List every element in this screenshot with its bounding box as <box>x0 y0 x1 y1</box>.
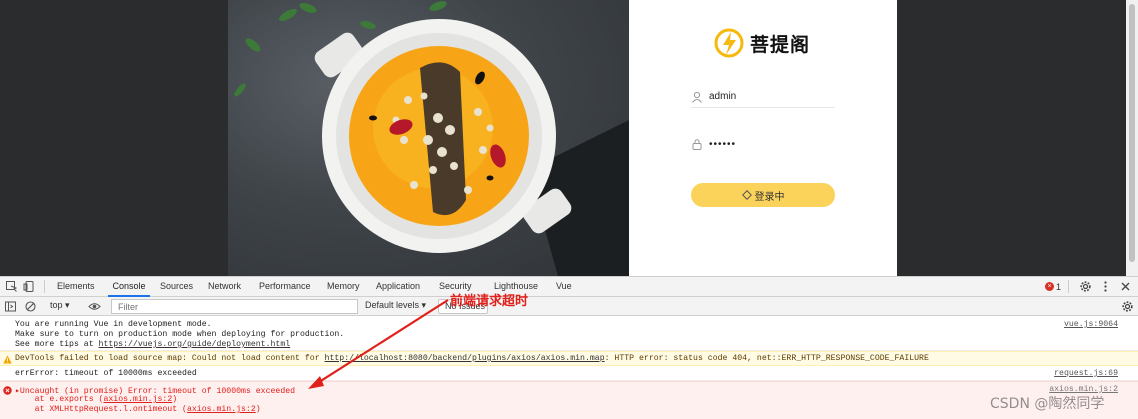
stack-frame-close: ) <box>172 395 178 404</box>
brand-logo: 菩提阁 <box>714 27 810 59</box>
tab-elements[interactable]: Elements <box>57 277 95 297</box>
username-field[interactable]: admin <box>691 86 835 108</box>
console-text: You are running Vue in development mode. <box>15 320 212 329</box>
tab-sources[interactable]: Sources <box>160 277 193 297</box>
console-link[interactable]: http://localhost:8080/backend/plugins/ax… <box>325 354 605 363</box>
console-settings-gear-icon[interactable] <box>1121 300 1134 313</box>
console-text-prefix: See more tips at <box>15 340 99 349</box>
stack-frame-link[interactable]: axios.min.js:2 <box>103 395 172 404</box>
source-location-link[interactable]: request.js:69 <box>1054 369 1118 378</box>
console-output: You are running Vue in development mode.… <box>0 317 1138 419</box>
food-hero-image <box>228 0 629 276</box>
toolbar-divider <box>1068 280 1069 293</box>
csdn-watermark: CSDN @陶然同学 <box>990 396 1105 412</box>
stack-frame: at XMLHttpRequest.l.ontimeout (axios.min… <box>15 405 261 414</box>
log-levels-dropdown[interactable]: Default levels ▾ <box>365 300 426 311</box>
live-expression-eye-icon[interactable] <box>88 300 101 313</box>
tab-memory[interactable]: Memory <box>327 277 360 297</box>
console-message-warning: DevTools failed to load source map: Coul… <box>0 351 1138 366</box>
error-icon: × <box>1045 282 1054 291</box>
sidebar-toggle-icon[interactable] <box>4 300 17 313</box>
warning-icon <box>3 355 12 364</box>
console-text: Make sure to turn on production mode whe… <box>15 330 345 339</box>
tab-vue[interactable]: Vue <box>556 277 572 297</box>
stack-frame-text: at e.exports ( <box>15 395 104 404</box>
console-text: errError: timeout of 10000ms exceeded <box>15 369 197 378</box>
settings-gear-icon[interactable] <box>1079 280 1092 293</box>
login-button[interactable]: 登录中 <box>691 183 835 207</box>
console-message-info: You are running Vue in development mode.… <box>0 317 1138 351</box>
stack-frame-close: ) <box>255 405 261 414</box>
login-panel: 菩提阁 admin •••••• 登录中 <box>629 0 897 276</box>
toolbar-divider <box>44 280 45 293</box>
console-toolbar: top ▾ Default levels ▾ No Issues <box>0 297 1138 316</box>
error-icon <box>3 386 12 395</box>
devtools-tab-bar: Elements Console Sources Network Perform… <box>0 277 1138 297</box>
console-link[interactable]: https://vuejs.org/guide/deployment.html <box>99 340 291 349</box>
more-options-icon[interactable] <box>1099 280 1112 293</box>
tab-application[interactable]: Application <box>376 277 420 297</box>
warning-text-prefix: DevTools failed to load source map: Coul… <box>15 354 325 363</box>
loading-icon <box>741 190 752 200</box>
console-filter-input[interactable] <box>111 299 358 314</box>
error-count-badge[interactable]: × 1 <box>1045 280 1061 293</box>
tab-network[interactable]: Network <box>208 277 241 297</box>
brand-name: 菩提阁 <box>750 33 811 56</box>
login-button-label: 登录中 <box>754 191 785 203</box>
browser-page-viewport: 菩提阁 admin •••••• 登录中 <box>0 0 1138 276</box>
console-text: See more tips at https://vuejs.org/guide… <box>15 340 290 349</box>
lightning-logo-icon <box>714 28 744 58</box>
error-count-value: 1 <box>1056 281 1062 292</box>
console-text: DevTools failed to load source map: Coul… <box>15 354 929 363</box>
password-value: •••••• <box>709 138 737 150</box>
stack-frame-link[interactable]: axios.min.js:2 <box>187 405 256 414</box>
stack-frame-text: at XMLHttpRequest.l.ontimeout ( <box>15 405 187 414</box>
tab-performance[interactable]: Performance <box>259 277 311 297</box>
inspect-element-icon[interactable] <box>5 280 18 293</box>
source-location-link[interactable]: vue.js:9064 <box>1064 320 1118 329</box>
clear-console-icon[interactable] <box>24 300 37 313</box>
stack-frame: at e.exports (axios.min.js:2) <box>15 395 178 404</box>
user-icon <box>692 91 702 103</box>
scrollbar-thumb[interactable] <box>1129 4 1135 262</box>
password-field[interactable]: •••••• <box>691 133 835 155</box>
username-value: admin <box>709 91 737 102</box>
page-scrollbar[interactable] <box>1126 0 1138 276</box>
console-message-error[interactable]: ▸Uncaught (in promise) Error: timeout of… <box>0 381 1138 419</box>
lock-icon <box>692 139 702 150</box>
warning-text-suffix: : HTTP error: status code 404, net::ERR_… <box>604 354 929 363</box>
device-toolbar-icon[interactable] <box>23 280 36 293</box>
console-message-log: errError: timeout of 10000ms exceeded re… <box>0 366 1138 381</box>
page-background <box>897 0 1126 276</box>
devtools-panel: Elements Console Sources Network Perform… <box>0 276 1138 419</box>
tab-console[interactable]: Console <box>108 277 150 297</box>
close-devtools-icon[interactable] <box>1119 280 1132 293</box>
context-selector[interactable]: top ▾ <box>50 300 70 311</box>
annotation-label: 前端请求超时 <box>450 294 529 309</box>
